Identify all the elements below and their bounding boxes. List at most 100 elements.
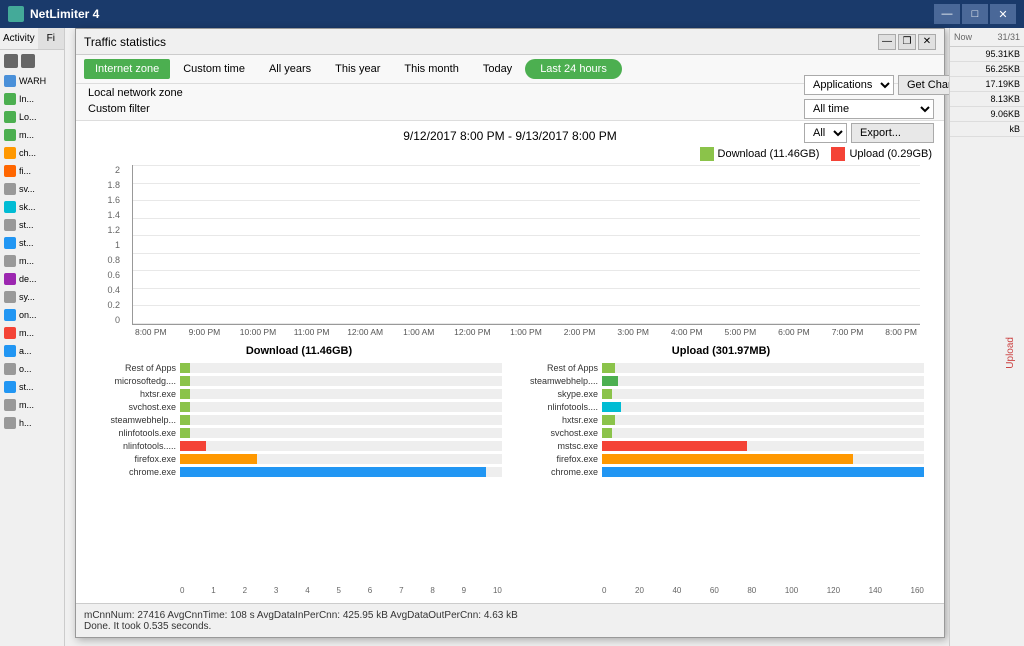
horiz-bar-fill bbox=[180, 376, 190, 386]
x-axis-label: 11:00 PM bbox=[285, 327, 339, 337]
horiz-bar-row: firefox.exe bbox=[518, 454, 924, 464]
sidebar-item-icon bbox=[4, 399, 16, 411]
this-year-tab[interactable]: This year bbox=[324, 59, 391, 79]
x-axis-label: 6:00 PM bbox=[767, 327, 821, 337]
x-axis-label: 12:00 AM bbox=[338, 327, 392, 337]
horiz-bar-row: chrome.exe bbox=[96, 467, 502, 477]
sidebar-item[interactable]: m... bbox=[0, 324, 64, 342]
sidebar-item[interactable]: st... bbox=[0, 216, 64, 234]
horiz-bar-row: microsoftedg.... bbox=[96, 376, 502, 386]
maximize-button[interactable]: □ bbox=[962, 4, 988, 24]
sidebar-item[interactable]: de... bbox=[0, 270, 64, 288]
dialog-close-button[interactable]: ✕ bbox=[918, 34, 936, 50]
x-axis-tick: 8 bbox=[430, 586, 434, 595]
sidebar-item-icon bbox=[4, 93, 16, 105]
horiz-label: microsoftedg.... bbox=[96, 376, 176, 386]
x-axis-tick: 60 bbox=[710, 586, 719, 595]
sidebar-item-label: m... bbox=[19, 328, 34, 338]
custom-time-tab[interactable]: Custom time bbox=[172, 59, 256, 79]
horiz-bar-row: Rest of Apps bbox=[518, 363, 924, 373]
internet-zone-tab[interactable]: Internet zone bbox=[84, 59, 170, 79]
tab-filter[interactable]: Fi bbox=[38, 28, 64, 49]
sidebar-item-label: m... bbox=[19, 130, 34, 140]
horiz-label: steamwebhelp.... bbox=[518, 376, 598, 386]
horiz-bar-fill bbox=[180, 428, 190, 438]
sidebar-item[interactable]: WARH bbox=[0, 72, 64, 90]
sidebar-item-label: on... bbox=[19, 310, 37, 320]
dialog-minimize-button[interactable]: — bbox=[878, 34, 896, 50]
x-axis-label: 7:00 PM bbox=[821, 327, 875, 337]
horiz-bar-fill bbox=[180, 441, 206, 451]
horiz-label: svchost.exe bbox=[96, 402, 176, 412]
x-axis-tick: 140 bbox=[869, 586, 882, 595]
sidebar-item[interactable]: on... bbox=[0, 306, 64, 324]
horiz-label: chrome.exe bbox=[518, 467, 598, 477]
status-line2: Done. It took 0.535 seconds. bbox=[84, 621, 936, 632]
horiz-bar-fill bbox=[180, 389, 190, 399]
all-time-dropdown[interactable]: All time bbox=[804, 99, 934, 119]
sidebar-item-icon bbox=[4, 327, 16, 339]
applications-dropdown[interactable]: Applications bbox=[804, 75, 894, 95]
sidebar-item[interactable]: h... bbox=[0, 414, 64, 432]
status-bar: mCnnNum: 27416 AvgCnnTime: 108 s AvgData… bbox=[76, 603, 944, 637]
sidebar-item[interactable]: st... bbox=[0, 378, 64, 396]
sidebar-item-icon bbox=[4, 381, 16, 393]
x-axis-tick: 80 bbox=[747, 586, 756, 595]
sidebar-item[interactable]: m... bbox=[0, 126, 64, 144]
sidebar-item-icon bbox=[4, 111, 16, 123]
sidebar-item-label: o... bbox=[19, 364, 32, 374]
sidebar-item[interactable]: sv... bbox=[0, 180, 64, 198]
this-month-tab[interactable]: This month bbox=[393, 59, 469, 79]
sidebar-item-icon bbox=[4, 183, 16, 195]
horiz-bar-row: steamwebhelp... bbox=[96, 415, 502, 425]
upload-side-label: Upload bbox=[1005, 337, 1016, 369]
sidebar-item-label: WARH bbox=[19, 76, 46, 86]
horiz-label: hxtsr.exe bbox=[518, 415, 598, 425]
horiz-bar-track bbox=[180, 389, 502, 399]
x-axis-tick: 2 bbox=[243, 586, 247, 595]
all-dropdown[interactable]: All bbox=[804, 123, 847, 143]
last24-tab[interactable]: Last 24 hours bbox=[525, 59, 622, 79]
horiz-bar-fill bbox=[602, 441, 747, 451]
sidebar-item[interactable]: sy... bbox=[0, 288, 64, 306]
sidebar-item[interactable]: st... bbox=[0, 234, 64, 252]
sidebar-item[interactable]: Lo... bbox=[0, 108, 64, 126]
sidebar-item-icon bbox=[4, 129, 16, 141]
horiz-label: nlinfotools.exe bbox=[96, 428, 176, 438]
horiz-bar-row: mstsc.exe bbox=[518, 441, 924, 451]
horiz-label: firefox.exe bbox=[518, 454, 598, 464]
horiz-label: hxtsr.exe bbox=[96, 389, 176, 399]
horiz-bar-fill bbox=[602, 376, 618, 386]
sidebar-item[interactable]: m... bbox=[0, 396, 64, 414]
horiz-bar-track bbox=[602, 441, 924, 451]
horiz-bar-fill bbox=[180, 415, 190, 425]
sidebar-item[interactable]: In... bbox=[0, 90, 64, 108]
horiz-label: chrome.exe bbox=[96, 467, 176, 477]
today-tab[interactable]: Today bbox=[472, 59, 523, 79]
download-legend-color bbox=[700, 147, 714, 161]
horiz-bar-track bbox=[602, 467, 924, 477]
upload-half-chart: Upload (301.97MB) Rest of Apps steamwebh… bbox=[510, 345, 932, 595]
x-axis-tick: 5 bbox=[336, 586, 340, 595]
sidebar-item[interactable]: ch... bbox=[0, 144, 64, 162]
sidebar-item[interactable]: fi... bbox=[0, 162, 64, 180]
minimize-button[interactable]: — bbox=[934, 4, 960, 24]
close-button[interactable]: ✕ bbox=[990, 4, 1016, 24]
export-button[interactable]: Export... bbox=[851, 123, 934, 143]
sidebar-item-icon bbox=[4, 165, 16, 177]
now-label: Now bbox=[954, 32, 972, 42]
tab-activity[interactable]: Activity bbox=[0, 28, 38, 49]
horiz-label: steamwebhelp... bbox=[96, 415, 176, 425]
sidebar-item[interactable]: m... bbox=[0, 252, 64, 270]
right-data-item: 17.19KB bbox=[950, 77, 1024, 92]
sidebar-item-label: m... bbox=[19, 256, 34, 266]
all-years-tab[interactable]: All years bbox=[258, 59, 322, 79]
upload-legend-color bbox=[831, 147, 845, 161]
sidebar-item[interactable]: a... bbox=[0, 342, 64, 360]
x-axis-tick: 160 bbox=[911, 586, 924, 595]
sidebar-item[interactable]: sk... bbox=[0, 198, 64, 216]
dialog-restore-button[interactable]: ❐ bbox=[898, 34, 916, 50]
grid-icon bbox=[4, 54, 18, 68]
sidebar-item[interactable]: o... bbox=[0, 360, 64, 378]
sidebar-item-icon bbox=[4, 237, 16, 249]
